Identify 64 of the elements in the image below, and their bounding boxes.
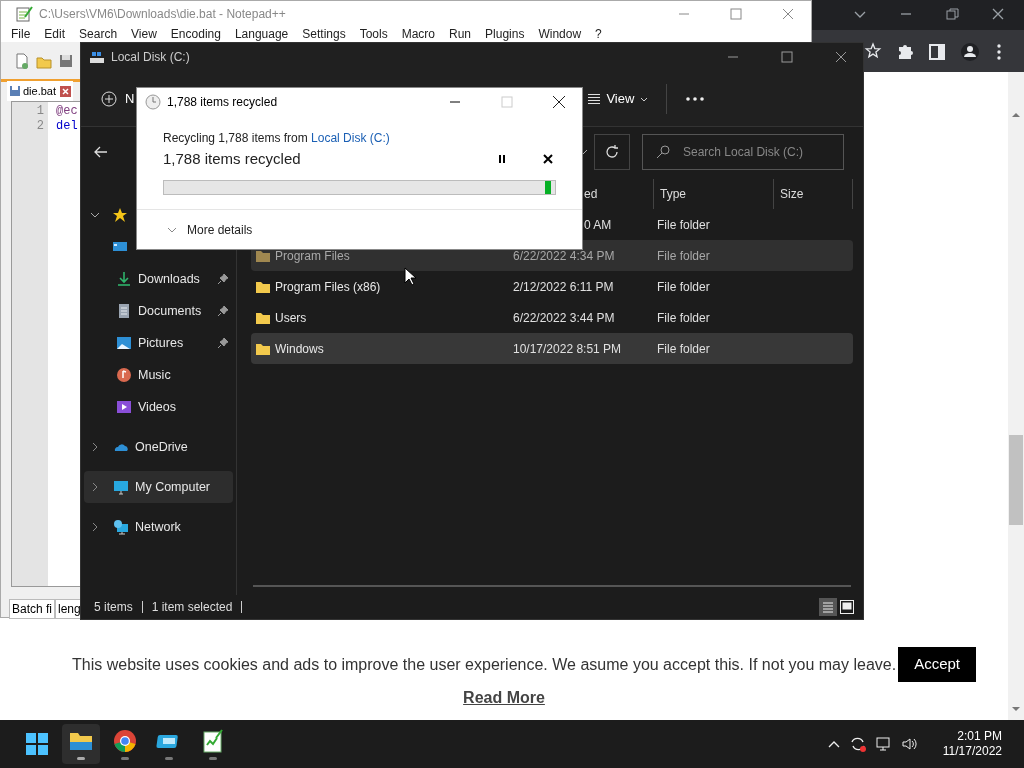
status-text: 1 item selected <box>151 599 233 616</box>
sidebar-item[interactable]: Pictures <box>84 327 233 359</box>
sidebar-item[interactable]: Network <box>84 511 233 543</box>
column-header[interactable]: Type <box>653 179 773 209</box>
type-cell-text: File folder <box>657 278 711 296</box>
dialog-title: 1,788 items recycled <box>167 94 278 111</box>
type-cell-text: File folder <box>657 309 711 327</box>
code-line: del <box>56 119 78 134</box>
type-cell-text: File folder <box>657 216 711 234</box>
menu-item[interactable]: File <box>11 27 31 41</box>
menu-item[interactable]: Window <box>538 27 582 41</box>
file-row[interactable]: Windows 10/17/2022 8:51 PM File folder <box>251 333 853 364</box>
menu-item[interactable]: Run <box>449 27 472 41</box>
date-cell-text: 6/22/2022 3:44 PM <box>513 309 616 327</box>
sidebar-item[interactable]: My Computer <box>84 471 233 503</box>
line-number: 1 <box>36 104 44 119</box>
code-line: @ec <box>56 104 78 119</box>
date-cell-text: 2/12/2022 6:11 PM <box>513 278 615 296</box>
file-name[interactable]: Program Files <box>275 246 350 265</box>
source-text: Recycling 1,788 items from Local Disk (C:) <box>162 130 391 147</box>
sidebar-item[interactable]: Videos <box>84 391 233 423</box>
clock-date: 11/17/2022 <box>942 744 1002 759</box>
type-cell-text: File folder <box>657 247 711 265</box>
menu-item[interactable]: Plugins <box>485 27 525 41</box>
cookie-notice: This website uses cookies and ads to improve the user experience. We asume you accept this. If not you may leave. <box>72 655 897 676</box>
file-name[interactable]: Windows <box>275 339 324 358</box>
file-name[interactable]: Users <box>275 308 307 327</box>
file-row[interactable]: Program Files (x86) 2/12/2022 6:11 PM File folder <box>251 271 853 302</box>
window-title: Local Disk (C:) <box>111 49 190 66</box>
progress-heading: 1,788 items recycled <box>163 149 301 169</box>
sidebar-item[interactable]: OneDrive <box>84 431 233 463</box>
accept-button[interactable]: Accept <box>898 647 976 682</box>
status-text: 5 items <box>94 599 133 616</box>
status-text: Batch fi <box>9 599 56 619</box>
sidebar-item[interactable]: Music <box>84 359 233 391</box>
menu-item[interactable]: Encoding <box>170 27 221 41</box>
clock[interactable]: 2:01 PM 11/17/2022 <box>942 729 1002 759</box>
menu-item[interactable]: View <box>131 27 157 41</box>
date-cell-text: 6/22/2022 4:34 PM <box>513 247 616 265</box>
search-field[interactable]: Search Local Disk (C:) <box>642 134 844 170</box>
type-cell-text: File folder <box>657 340 711 358</box>
file-tab[interactable]: die.bat <box>7 81 74 101</box>
date-cell-text: 10/17/2022 8:51 PM <box>513 340 623 358</box>
menu-item[interactable]: Settings <box>302 27 346 41</box>
sidebar-item[interactable]: Downloads <box>84 263 233 295</box>
source-link[interactable]: Local Disk (C:) <box>311 131 390 145</box>
column-header[interactable]: Size <box>773 179 853 209</box>
file-name[interactable]: Program Files (x86) <box>275 277 381 296</box>
clock-time: 2:01 PM <box>957 729 1002 744</box>
menu-item[interactable]: Search <box>79 27 118 41</box>
file-row[interactable]: Users 6/22/2022 3:44 PM File folder <box>251 302 853 333</box>
menu-item[interactable]: Edit <box>44 27 66 41</box>
read-more-link[interactable]: Read More <box>463 685 545 710</box>
window-title: C:\Users\VM6\Downloads\die.bat - Notepad++ <box>39 6 286 23</box>
date-cell-text: 0 AM <box>583 216 613 234</box>
menu-item[interactable]: Macro <box>401 27 435 41</box>
new-button[interactable]: N <box>101 88 135 109</box>
menu-item[interactable]: ? <box>595 27 602 41</box>
more-details-button[interactable]: More details <box>137 220 582 239</box>
sidebar-item[interactable]: Documents <box>84 295 233 327</box>
menu-item[interactable]: Tools <box>359 27 388 41</box>
view-button[interactable]: View <box>588 88 649 109</box>
menu-item[interactable]: Language <box>234 27 289 41</box>
line-number: 2 <box>36 119 44 134</box>
